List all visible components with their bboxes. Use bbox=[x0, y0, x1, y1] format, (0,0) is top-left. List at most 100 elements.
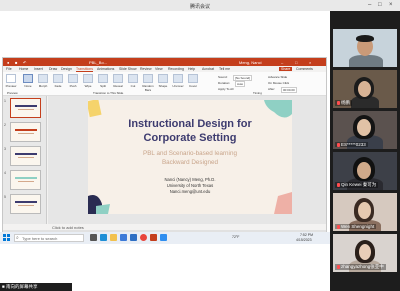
share-button[interactable]: Share bbox=[279, 67, 293, 71]
clock-date[interactable]: 4/15/2023 bbox=[296, 238, 312, 242]
search-placeholder: Type here to search bbox=[22, 236, 58, 241]
participant-tile[interactable]: zhangyazhong张亚中 bbox=[333, 234, 397, 272]
maximize-icon[interactable]: □ bbox=[378, 2, 382, 8]
current-slide[interactable]: Instructional Design for Corporate Setti… bbox=[88, 100, 292, 214]
clock-time[interactable]: 7:52 PM bbox=[300, 233, 313, 237]
powerpoint-icon[interactable] bbox=[150, 234, 157, 241]
ppt-maximize-icon[interactable]: □ bbox=[295, 60, 297, 65]
save-icon[interactable]: ■ bbox=[15, 60, 17, 65]
tab-tell-me[interactable]: Tell me bbox=[219, 67, 230, 71]
tab-draw[interactable]: Draw bbox=[49, 67, 57, 71]
transition-morph[interactable] bbox=[38, 74, 48, 83]
after-input[interactable]: 00:00.00 bbox=[281, 87, 297, 93]
edge-icon[interactable] bbox=[100, 234, 107, 241]
transition-shape[interactable] bbox=[158, 74, 168, 83]
slide-title-line2: Corporate Setting bbox=[143, 132, 237, 144]
weather-text[interactable]: 72°F bbox=[232, 235, 239, 239]
group-preview-label: Preview bbox=[7, 91, 18, 95]
transition-cover-label: Cover bbox=[188, 84, 197, 88]
transition-morph-label: Morph bbox=[38, 84, 48, 88]
ppt-minimize-icon[interactable]: – bbox=[281, 60, 283, 65]
transition-cut[interactable] bbox=[128, 74, 138, 83]
file-explorer-icon[interactable] bbox=[110, 234, 117, 241]
apply-to-all-button[interactable]: Apply To All bbox=[218, 87, 233, 91]
comments-button[interactable]: Comments bbox=[296, 67, 313, 71]
transition-cover[interactable] bbox=[188, 74, 198, 83]
ppt-title-bar: ● ■ ↶ PBL_Bo... Meng, Nanci – □ × bbox=[3, 58, 326, 66]
transition-reveal[interactable] bbox=[113, 74, 123, 83]
on-mouse-click-checkbox[interactable]: On Mouse Click bbox=[268, 81, 289, 85]
participant-tile[interactable]: Qin Kewei 秦可为 bbox=[333, 152, 397, 190]
slide-subtitle-line1: PBL and Scenario-based learning bbox=[143, 150, 237, 157]
transition-push[interactable] bbox=[68, 74, 78, 83]
participant-body bbox=[349, 55, 383, 67]
tab-animations[interactable]: Animations bbox=[97, 67, 114, 71]
slide-subtitle-line2: Backward Designed bbox=[161, 159, 218, 166]
participant-face bbox=[358, 81, 371, 97]
participant-tile[interactable]: 杨鹏 bbox=[333, 70, 397, 108]
ppt-window-title: PBL_Bo... bbox=[89, 60, 108, 65]
slide-thumbnail[interactable] bbox=[10, 194, 41, 214]
mic-muted-icon bbox=[337, 182, 340, 187]
undo-icon[interactable]: ↶ bbox=[23, 60, 26, 65]
slide-thumbnail[interactable] bbox=[10, 146, 41, 166]
transition-shape-label: Shape bbox=[158, 84, 168, 88]
slide-thumbnail[interactable] bbox=[10, 98, 41, 118]
preview-button[interactable] bbox=[6, 74, 16, 83]
thumb-number: 5 bbox=[4, 195, 6, 199]
mail-icon[interactable] bbox=[130, 234, 137, 241]
duration-input[interactable]: Auto bbox=[235, 81, 246, 87]
duration-label: Duration: bbox=[218, 81, 231, 85]
transition-wipe[interactable] bbox=[83, 74, 93, 83]
participant-tile[interactable]: ES*****0233 bbox=[333, 111, 397, 149]
minimize-icon[interactable]: – bbox=[368, 2, 371, 8]
ppt-user-name[interactable]: Meng, Nanci bbox=[239, 60, 261, 65]
slide-thumbnail[interactable] bbox=[10, 122, 41, 142]
participant-tile[interactable] bbox=[333, 29, 397, 67]
tab-recording[interactable]: Recording bbox=[168, 67, 184, 71]
windows-start-icon[interactable] bbox=[3, 234, 10, 241]
transition-push-label: Push bbox=[69, 84, 77, 88]
participant-name: zhangyazhong张亚中 bbox=[335, 264, 386, 270]
screen-share-indicator[interactable]: ■ 南向的屏幕共享 bbox=[0, 283, 72, 291]
transition-none[interactable] bbox=[23, 74, 33, 83]
group-transition-label: Transition to This Slide bbox=[93, 91, 124, 95]
tencent-meeting-icon[interactable] bbox=[160, 234, 167, 241]
thumb-number: 4 bbox=[4, 171, 6, 175]
transition-wipe-label: Wipe bbox=[84, 84, 92, 88]
powerpoint-window: ● ■ ↶ PBL_Bo... Meng, Nanci – □ × File H… bbox=[2, 57, 327, 233]
yellow-shape bbox=[88, 100, 102, 118]
tab-home[interactable]: Home bbox=[19, 67, 28, 71]
slide-thumbnail[interactable] bbox=[10, 170, 41, 190]
transition-fade-label: Fade bbox=[54, 84, 62, 88]
chrome-icon[interactable] bbox=[140, 234, 147, 241]
tab-review[interactable]: Review bbox=[140, 67, 151, 71]
participant-name: Wen Shengnight bbox=[335, 224, 377, 229]
advance-slide-label: Advance Slide bbox=[268, 75, 288, 79]
close-icon[interactable]: × bbox=[389, 2, 393, 8]
store-icon[interactable] bbox=[120, 234, 127, 241]
thumb-number: 1 bbox=[4, 99, 6, 103]
transition-split[interactable] bbox=[98, 74, 108, 83]
task-view-icon[interactable] bbox=[90, 234, 97, 241]
tab-view[interactable]: View bbox=[155, 67, 163, 71]
tab-acrobat[interactable]: Acrobat bbox=[202, 67, 214, 71]
mic-muted-icon bbox=[337, 100, 340, 105]
slide-email: Nanci.meng@unt.edu bbox=[169, 189, 211, 194]
autosave-icon[interactable]: ● bbox=[7, 60, 9, 65]
participant-face bbox=[357, 119, 371, 136]
participant-name: 杨鹏 bbox=[335, 100, 352, 106]
transition-random-bars[interactable] bbox=[143, 74, 153, 83]
tab-design[interactable]: Design bbox=[61, 67, 72, 71]
tab-help[interactable]: Help bbox=[188, 67, 195, 71]
tab-slide-show[interactable]: Slide Show bbox=[119, 67, 137, 71]
taskbar-search-input[interactable]: ⌕ Type here to search bbox=[14, 234, 84, 242]
transition-fade[interactable] bbox=[53, 74, 63, 83]
after-label: After: bbox=[268, 87, 276, 91]
mic-muted-icon bbox=[337, 224, 340, 229]
ppt-close-icon[interactable]: × bbox=[309, 60, 311, 65]
transition-uncover[interactable] bbox=[173, 74, 183, 83]
tab-insert[interactable]: Insert bbox=[34, 67, 43, 71]
tab-file[interactable]: File bbox=[6, 67, 12, 71]
participant-tile[interactable]: Wen Shengnight bbox=[333, 193, 397, 231]
